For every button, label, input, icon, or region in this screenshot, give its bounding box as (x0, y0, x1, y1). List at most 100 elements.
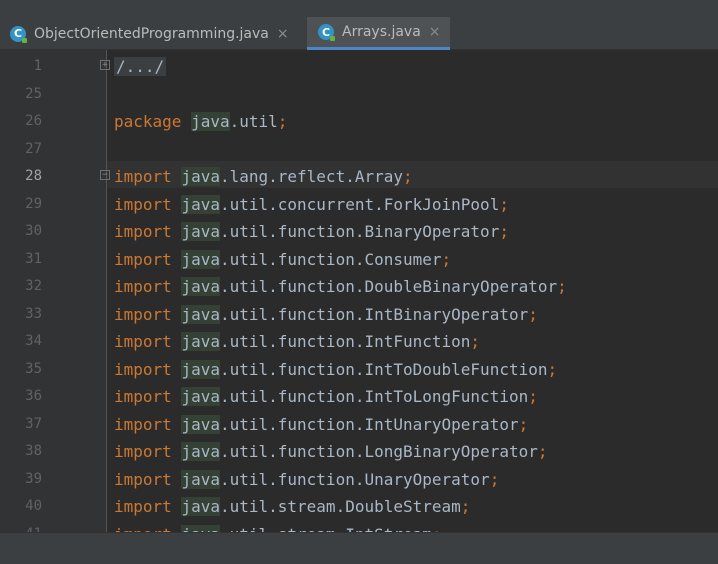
line-number: 26 (25, 113, 42, 129)
code-line: 30 import java.util.function.BinaryOperat… (0, 218, 718, 245)
line-number: 35 (25, 360, 42, 377)
keyword: import (114, 497, 172, 516)
code-line: 32 import java.util.function.DoubleBinary… (0, 273, 718, 300)
package-root: java (181, 332, 220, 351)
semicolon: ; (470, 332, 481, 351)
line-number: 38 (25, 443, 42, 459)
semicolon: ; (499, 194, 509, 214)
package-path: .util.function.UnaryOperator (219, 469, 490, 489)
semicolon: ; (277, 112, 288, 131)
line-number: 30 (25, 223, 42, 239)
keyword: import (114, 249, 172, 269)
line-number: 32 (25, 278, 42, 294)
keyword: package (114, 112, 182, 131)
keyword: import (114, 469, 172, 489)
fold-collapse-icon[interactable]: − (100, 170, 110, 180)
keyword: import (114, 359, 172, 379)
code-text: package java.util; (114, 108, 287, 135)
code-line: 39 import java.util.function.UnaryOperato… (0, 466, 718, 493)
keyword: import (114, 194, 172, 214)
package-root: java (181, 194, 220, 214)
line-number: 29 (25, 195, 42, 212)
code-text: import java.util.function.IntToDoubleFun… (114, 356, 557, 383)
line-number: 33 (25, 305, 42, 322)
tab-label: Arrays.java (342, 24, 421, 40)
code-text: import java.util.function.IntToLongFunct… (114, 383, 538, 410)
code-line: 36 import java.util.function.IntToLongFun… (0, 383, 718, 410)
line-number: 1 (33, 58, 42, 74)
code-text: import java.util.function.LongBinaryOper… (114, 438, 548, 465)
fold-expand-icon[interactable]: + (100, 60, 110, 70)
keyword: import (114, 332, 172, 351)
package-path: .util.concurrent.ForkJoinPool (219, 194, 500, 214)
package-root: java (191, 112, 230, 131)
line-number: 31 (25, 250, 42, 267)
package-path: .util.function.IntFunction (219, 332, 471, 351)
keyword: import (114, 442, 172, 461)
line-number: 39 (25, 470, 42, 487)
line-number: 28 (25, 168, 42, 184)
line-number: 27 (25, 140, 42, 157)
package-root: java (181, 359, 220, 379)
keyword: import (114, 414, 172, 434)
package-path: .util.function.DoubleBinaryOperator (219, 277, 558, 296)
code-text: /.../ (114, 53, 167, 80)
package-path: .util.function.Consumer (219, 249, 442, 269)
tab-objectorientedprogramming[interactable]: C ObjectOrientedProgramming.java × (0, 17, 307, 50)
semicolon: ; (403, 167, 413, 186)
code-line: 26 package java.util; (0, 108, 718, 135)
package-root: java (181, 277, 220, 296)
semicolon: ; (557, 277, 567, 296)
code-text: import java.lang.reflect.Array; (114, 163, 413, 190)
code-line: 37 import java.util.function.IntUnaryOper… (0, 411, 718, 438)
package-root: java (181, 167, 220, 186)
keyword: import (114, 387, 172, 406)
class-icon: C (10, 25, 27, 43)
package-path: .lang.reflect.Array (219, 167, 403, 186)
package-root: java (181, 469, 220, 489)
package-root: java (181, 414, 220, 434)
keyword: import (114, 222, 172, 241)
tab-label: ObjectOrientedProgramming.java (34, 25, 269, 42)
package-root: java (181, 387, 220, 406)
semicolon: ; (441, 249, 452, 269)
code-text: import java.util.function.BinaryOperator… (114, 218, 509, 245)
semicolon: ; (499, 222, 509, 241)
package-root: java (181, 222, 220, 241)
code-line: 27 (0, 136, 718, 163)
package-root: java (181, 442, 220, 461)
package-path: .util.function.BinaryOperator (219, 222, 500, 241)
code-line: 35 import java.util.function.IntToDoubleF… (0, 356, 718, 383)
code-text: import java.util.function.UnaryOperator; (114, 466, 499, 493)
code-line: 29 import java.util.concurrent.ForkJoinPo… (0, 191, 718, 218)
code-text: import java.util.function.IntUnaryOperat… (114, 411, 528, 438)
package-path: .util.function.IntToDoubleFunction (219, 359, 548, 379)
package-path: .util.function.IntToLongFunction (219, 387, 529, 406)
window-top-strip (0, 0, 718, 17)
code-line: 38 import java.util.function.LongBinaryOp… (0, 438, 718, 465)
line-number: 34 (25, 333, 42, 349)
code-line: 31 import java.util.function.Consumer; (0, 246, 718, 273)
line-number: 37 (25, 415, 42, 432)
editor-tab-bar: C ObjectOrientedProgramming.java × C Arr… (0, 17, 718, 50)
semicolon: ; (460, 497, 471, 516)
code-line: 34 import java.util.function.IntFunction; (0, 328, 718, 355)
close-icon[interactable]: × (429, 24, 441, 40)
code-text: import java.util.concurrent.ForkJoinPool… (114, 191, 509, 218)
tab-arrays[interactable]: C Arrays.java × (307, 17, 450, 50)
code-text: import java.util.function.DoubleBinaryOp… (114, 273, 567, 300)
line-number: 36 (25, 388, 42, 404)
code-text: import java.util.function.IntFunction; (114, 328, 480, 355)
close-icon[interactable]: × (277, 26, 289, 42)
code-text: import java.util.function.Consumer; (114, 246, 451, 273)
semicolon: ; (518, 414, 529, 434)
code-line: 40 import java.util.stream.DoubleStream; (0, 493, 718, 520)
folded-region[interactable]: /.../ (114, 57, 167, 76)
package-root: java (181, 249, 220, 269)
package-path: .util.function.IntBinaryOperator (219, 304, 529, 324)
keyword: import (114, 277, 172, 296)
semicolon: ; (537, 442, 548, 461)
class-icon: C (318, 24, 335, 41)
semicolon: ; (547, 359, 558, 379)
code-text: import java.util.function.IntBinaryOpera… (114, 301, 538, 328)
